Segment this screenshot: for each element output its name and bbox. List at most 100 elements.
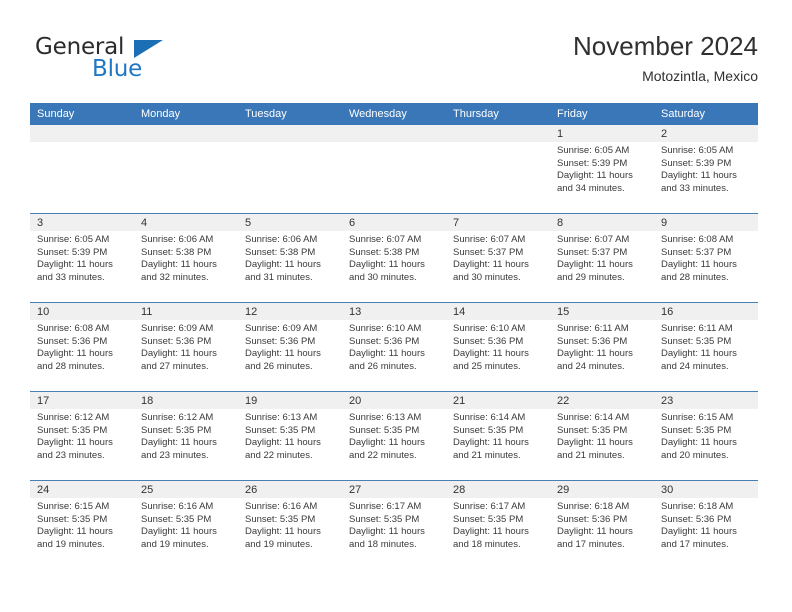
calendar-body: 1 Sunrise: 6:05 AM Sunset: 5:39 PM Daylight… — [30, 125, 758, 569]
calendar-day-cell[interactable]: 26 Sunrise: 6:16 AM Sunset: 5:35 PM Dayligh… — [238, 480, 342, 569]
day-number: 2 — [654, 125, 758, 142]
calendar-day-cell[interactable]: 22 Sunrise: 6:14 AM Sunset: 5:35 PM Dayligh… — [550, 391, 654, 481]
calendar-day-cell[interactable]: 16 Sunrise: 6:11 AM Sunset: 5:35 PM Dayligh… — [654, 302, 758, 392]
day-number: 18 — [134, 392, 238, 409]
day-details: Sunrise: 6:07 AM Sunset: 5:37 PM Daylight:… — [550, 231, 654, 284]
weekday-header-saturday: Saturday — [654, 103, 758, 125]
calendar-day-cell[interactable]: 10 Sunrise: 6:08 AM Sunset: 5:36 PM Dayligh… — [30, 302, 134, 392]
day-cell-inner: 6 Sunrise: 6:07 AM Sunset: 5:38 PM Daylight… — [342, 214, 446, 302]
daylight-text: Daylight: 11 hours and 24 minutes. — [661, 348, 737, 372]
day-cell-inner: 23 Sunrise: 6:15 AM Sunset: 5:35 PM Dayligh… — [654, 392, 758, 480]
day-details: Sunrise: 6:18 AM Sunset: 5:36 PM Daylight:… — [654, 498, 758, 551]
day-details: Sunrise: 6:16 AM Sunset: 5:35 PM Daylight:… — [134, 498, 238, 551]
calendar-day-cell[interactable]: 21 Sunrise: 6:14 AM Sunset: 5:35 PM Dayligh… — [446, 391, 550, 481]
daylight-text: Daylight: 11 hours and 22 minutes. — [349, 437, 425, 461]
calendar-week-row: 10 Sunrise: 6:08 AM Sunset: 5:36 PM Dayligh… — [30, 302, 758, 392]
day-cell-inner: 24 Sunrise: 6:15 AM Sunset: 5:35 PM Dayligh… — [30, 481, 134, 569]
calendar-day-cell[interactable]: 19 Sunrise: 6:13 AM Sunset: 5:35 PM Dayligh… — [238, 391, 342, 481]
day-details: Sunrise: 6:07 AM Sunset: 5:37 PM Daylight:… — [446, 231, 550, 284]
page-subtitle: Motozintla, Mexico — [642, 68, 758, 84]
day-details: Sunrise: 6:15 AM Sunset: 5:35 PM Daylight:… — [30, 498, 134, 551]
calendar-day-cell[interactable]: 20 Sunrise: 6:13 AM Sunset: 5:35 PM Dayligh… — [342, 391, 446, 481]
calendar-day-cell[interactable]: 30 Sunrise: 6:18 AM Sunset: 5:36 PM Dayligh… — [654, 480, 758, 569]
day-number: 11 — [134, 303, 238, 320]
calendar-week-row: 24 Sunrise: 6:15 AM Sunset: 5:35 PM Dayligh… — [30, 480, 758, 569]
calendar-day-cell[interactable]: 27 Sunrise: 6:17 AM Sunset: 5:35 PM Dayligh… — [342, 480, 446, 569]
calendar-day-cell[interactable]: 6 Sunrise: 6:07 AM Sunset: 5:38 PM Daylight… — [342, 213, 446, 303]
calendar-day-cell[interactable]: 18 Sunrise: 6:12 AM Sunset: 5:35 PM Dayligh… — [134, 391, 238, 481]
calendar-header-row: Sunday Monday Tuesday Wednesday Thursday Frid… — [30, 103, 758, 125]
day-number: 1 — [550, 125, 654, 142]
sunrise-text: Sunrise: 6:10 AM — [453, 323, 526, 334]
calendar-day-cell[interactable]: 1 Sunrise: 6:05 AM Sunset: 5:39 PM Daylight… — [550, 125, 654, 214]
day-cell-inner: 3 Sunrise: 6:05 AM Sunset: 5:39 PM Daylight… — [30, 214, 134, 302]
daylight-text: Daylight: 11 hours and 25 minutes. — [453, 348, 529, 372]
calendar-day-cell[interactable]: 14 Sunrise: 6:10 AM Sunset: 5:36 PM Dayligh… — [446, 302, 550, 392]
brand-name-blue: Blue — [92, 56, 143, 82]
calendar-day-cell[interactable]: 9 Sunrise: 6:08 AM Sunset: 5:37 PM Daylight… — [654, 213, 758, 303]
calendar-day-cell[interactable]: 24 Sunrise: 6:15 AM Sunset: 5:35 PM Dayligh… — [30, 480, 134, 569]
calendar-day-cell[interactable]: 28 Sunrise: 6:17 AM Sunset: 5:35 PM Dayligh… — [446, 480, 550, 569]
sunset-text: Sunset: 5:36 PM — [141, 335, 212, 347]
day-cell-inner: 16 Sunrise: 6:11 AM Sunset: 5:35 PM Dayligh… — [654, 303, 758, 391]
sunrise-text: Sunrise: 6:05 AM — [661, 145, 734, 156]
day-details: Sunrise: 6:14 AM Sunset: 5:35 PM Daylight:… — [446, 409, 550, 462]
calendar-day-cell[interactable]: 23 Sunrise: 6:15 AM Sunset: 5:35 PM Dayligh… — [654, 391, 758, 481]
calendar-day-cell[interactable]: 29 Sunrise: 6:18 AM Sunset: 5:36 PM Dayligh… — [550, 480, 654, 569]
calendar-day-cell[interactable]: 25 Sunrise: 6:16 AM Sunset: 5:35 PM Dayligh… — [134, 480, 238, 569]
sunrise-text: Sunrise: 6:06 AM — [141, 234, 214, 245]
day-cell-inner: 28 Sunrise: 6:17 AM Sunset: 5:35 PM Dayligh… — [446, 481, 550, 569]
calendar-day-cell[interactable]: 12 Sunrise: 6:09 AM Sunset: 5:36 PM Dayligh… — [238, 302, 342, 392]
day-details: Sunrise: 6:05 AM Sunset: 5:39 PM Daylight:… — [550, 142, 654, 195]
sunrise-text: Sunrise: 6:08 AM — [37, 323, 110, 334]
calendar-day-cell[interactable]: 17 Sunrise: 6:12 AM Sunset: 5:35 PM Dayligh… — [30, 391, 134, 481]
daylight-text: Daylight: 11 hours and 31 minutes. — [245, 259, 321, 283]
day-number: 14 — [446, 303, 550, 320]
sunrise-text: Sunrise: 6:12 AM — [37, 412, 110, 423]
daylight-text: Daylight: 11 hours and 23 minutes. — [141, 437, 217, 461]
calendar-day-cell[interactable]: 2 Sunrise: 6:05 AM Sunset: 5:39 PM Daylight… — [654, 125, 758, 214]
sunrise-text: Sunrise: 6:08 AM — [661, 234, 734, 245]
daylight-text: Daylight: 11 hours and 29 minutes. — [557, 259, 633, 283]
day-cell-inner: 11 Sunrise: 6:09 AM Sunset: 5:36 PM Dayligh… — [134, 303, 238, 391]
sunset-text: Sunset: 5:37 PM — [557, 246, 628, 258]
calendar-day-cell[interactable]: 15 Sunrise: 6:11 AM Sunset: 5:36 PM Dayligh… — [550, 302, 654, 392]
sunrise-text: Sunrise: 6:12 AM — [141, 412, 214, 423]
daylight-text: Daylight: 11 hours and 28 minutes. — [37, 348, 113, 372]
day-details: Sunrise: 6:08 AM Sunset: 5:36 PM Daylight:… — [30, 320, 134, 373]
calendar-day-cell[interactable]: 8 Sunrise: 6:07 AM Sunset: 5:37 PM Daylight… — [550, 213, 654, 303]
calendar-day-cell[interactable]: 5 Sunrise: 6:06 AM Sunset: 5:38 PM Daylight… — [238, 213, 342, 303]
sunrise-text: Sunrise: 6:11 AM — [661, 323, 733, 334]
day-cell-inner: 27 Sunrise: 6:17 AM Sunset: 5:35 PM Dayligh… — [342, 481, 446, 569]
calendar-day-cell[interactable]: 11 Sunrise: 6:09 AM Sunset: 5:36 PM Dayligh… — [134, 302, 238, 392]
day-cell-inner: 2 Sunrise: 6:05 AM Sunset: 5:39 PM Daylight… — [654, 125, 758, 213]
sunset-text: Sunset: 5:35 PM — [37, 513, 108, 525]
calendar-day-cell[interactable]: 13 Sunrise: 6:10 AM Sunset: 5:36 PM Dayligh… — [342, 302, 446, 392]
calendar-day-cell[interactable]: 4 Sunrise: 6:06 AM Sunset: 5:38 PM Daylight… — [134, 213, 238, 303]
calendar-day-cell[interactable]: 3 Sunrise: 6:05 AM Sunset: 5:39 PM Daylight… — [30, 213, 134, 303]
sunrise-text: Sunrise: 6:05 AM — [37, 234, 110, 245]
day-cell-inner: 1 Sunrise: 6:05 AM Sunset: 5:39 PM Daylight… — [550, 125, 654, 213]
daylight-text: Daylight: 11 hours and 33 minutes. — [37, 259, 113, 283]
calendar-day-cell[interactable]: 7 Sunrise: 6:07 AM Sunset: 5:37 PM Daylight… — [446, 213, 550, 303]
calendar-cell-empty — [238, 125, 342, 214]
day-number: 9 — [654, 214, 758, 231]
day-cell-inner: 29 Sunrise: 6:18 AM Sunset: 5:36 PM Dayligh… — [550, 481, 654, 569]
day-details: Sunrise: 6:09 AM Sunset: 5:36 PM Daylight:… — [238, 320, 342, 373]
calendar-cell-empty — [342, 125, 446, 214]
day-details: Sunrise: 6:18 AM Sunset: 5:36 PM Daylight:… — [550, 498, 654, 551]
weekday-header-monday: Monday — [134, 103, 238, 125]
sunrise-text: Sunrise: 6:10 AM — [349, 323, 422, 334]
daylight-text: Daylight: 11 hours and 18 minutes. — [349, 526, 425, 550]
day-details: Sunrise: 6:06 AM Sunset: 5:38 PM Daylight:… — [134, 231, 238, 284]
day-number: 20 — [342, 392, 446, 409]
calendar-week-row: 1 Sunrise: 6:05 AM Sunset: 5:39 PM Daylight… — [30, 125, 758, 214]
day-number: 30 — [654, 481, 758, 498]
daylight-text: Daylight: 11 hours and 21 minutes. — [453, 437, 529, 461]
sunrise-text: Sunrise: 6:09 AM — [141, 323, 214, 334]
sunset-text: Sunset: 5:36 PM — [349, 335, 420, 347]
calendar-cell-empty — [30, 125, 134, 214]
brand-logo[interactable]: General Blue — [35, 34, 215, 92]
daylight-text: Daylight: 11 hours and 20 minutes. — [661, 437, 737, 461]
daylight-text: Daylight: 11 hours and 30 minutes. — [453, 259, 529, 283]
